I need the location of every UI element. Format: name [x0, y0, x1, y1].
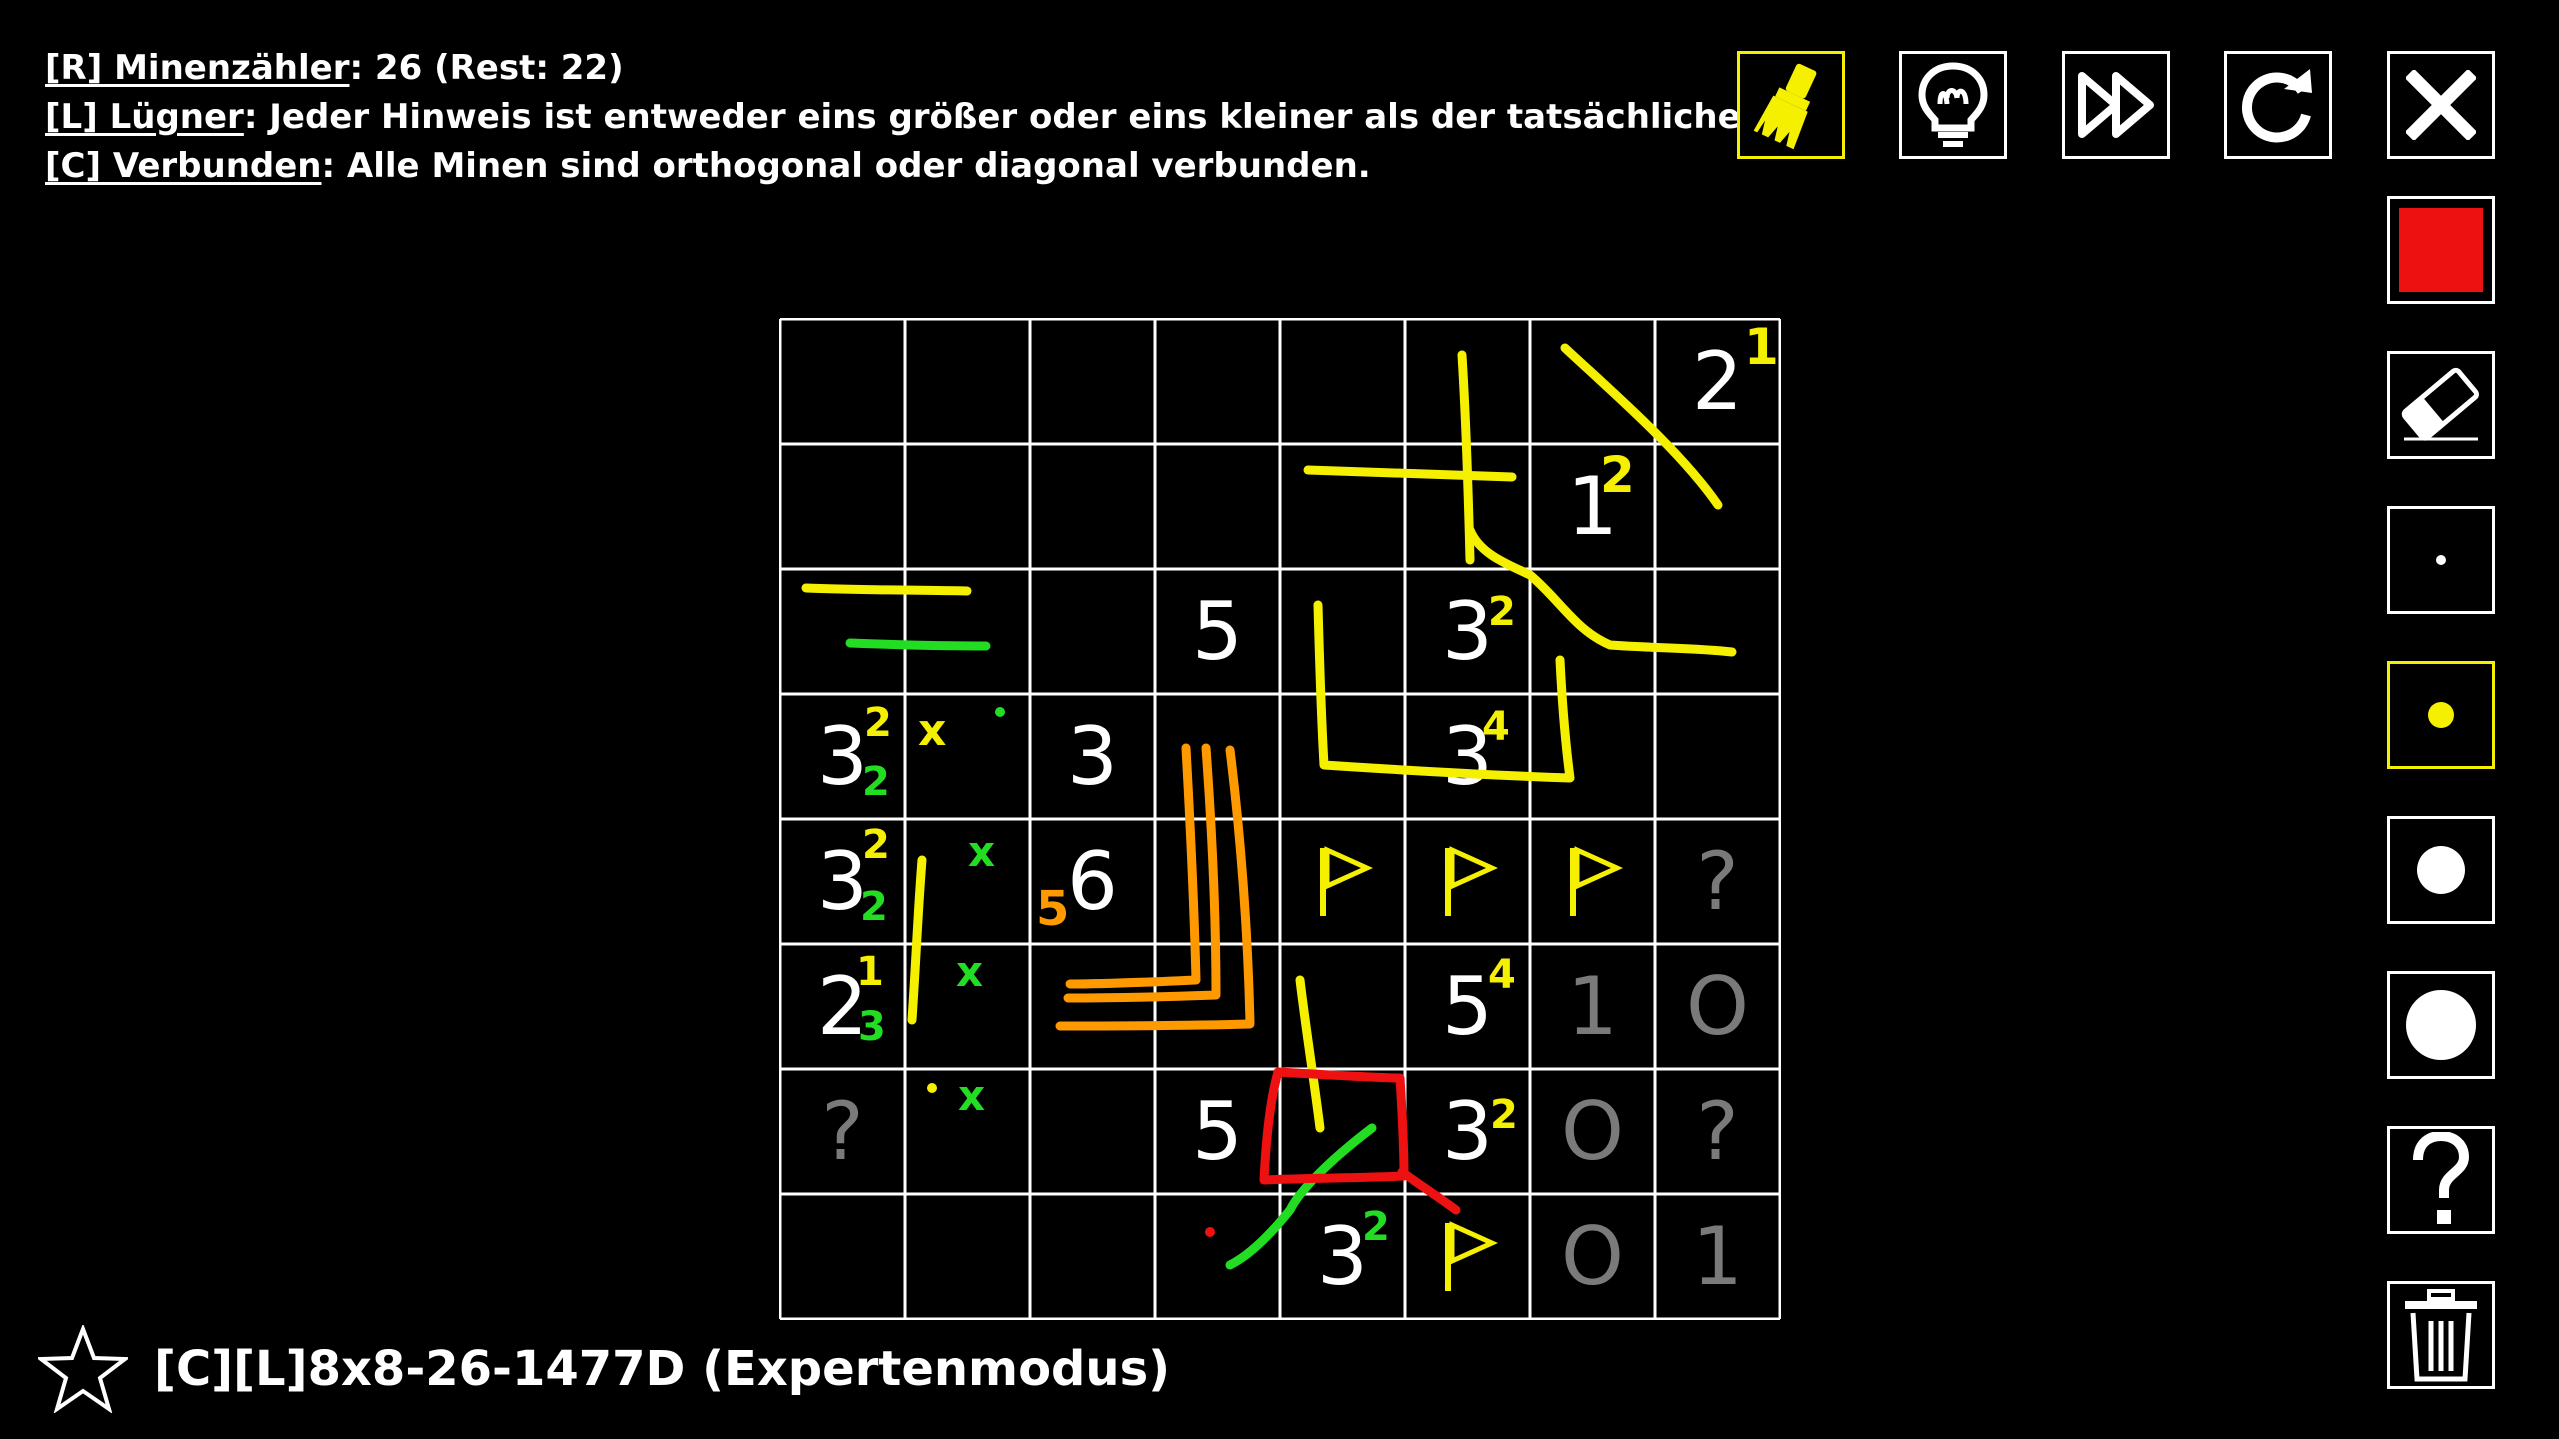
hint-cell[interactable]: O [1655, 944, 1780, 1069]
rule-liar: [L] Lügner: Jeder Hinweis ist entweder e… [45, 93, 1845, 142]
rule-key[interactable]: [L] Lügner [45, 97, 244, 137]
clue-cell[interactable]: 5 [1155, 1069, 1280, 1194]
pen-size-medium-icon [2417, 846, 2465, 894]
hint-cell[interactable]: 1 [1655, 1194, 1780, 1319]
rule-text: : 26 (Rest: 22) [349, 48, 624, 88]
hint-cell[interactable]: ? [780, 1069, 905, 1194]
hint-cell[interactable]: 1 [1530, 944, 1655, 1069]
pen-size-large-icon [2406, 990, 2476, 1060]
brush-button[interactable] [1737, 51, 1845, 159]
pen-size-small-button[interactable] [2387, 661, 2495, 769]
clue-cell[interactable]: 2 [1655, 319, 1780, 444]
eraser-button[interactable] [2387, 351, 2495, 459]
close-icon [2406, 70, 2476, 140]
clue-cell[interactable]: 5 [1405, 944, 1530, 1069]
question-mark-button[interactable] [2387, 1126, 2495, 1234]
hint-cell[interactable]: O [1530, 1194, 1655, 1319]
rule-key[interactable]: [C] Verbunden [45, 146, 322, 186]
redo-icon [2241, 69, 2312, 143]
puzzle-id: [C][L]8x8-26-1477D (Expertenmodus) [154, 1341, 1171, 1397]
pen-size-tiny-button[interactable] [2387, 506, 2495, 614]
pen-size-tiny-icon [2436, 555, 2446, 565]
hint-button[interactable] [1899, 51, 2007, 159]
pen-size-large-button[interactable] [2387, 971, 2495, 1079]
clue-cell[interactable]: 3 [1405, 569, 1530, 694]
clue-cell[interactable]: 3 [1405, 1069, 1530, 1194]
question-mark-icon [2413, 1132, 2470, 1224]
trash-icon [2405, 1289, 2477, 1382]
flag-cell[interactable] [1530, 819, 1655, 944]
clue-cell[interactable]: 3 [780, 819, 905, 944]
clue-cell[interactable]: 3 [1405, 694, 1530, 819]
rules-panel: [R] Minenzähler: 26 (Rest: 22) [L] Lügne… [45, 44, 1845, 191]
pen-size-small-icon [2428, 702, 2454, 728]
flag-icon [1569, 845, 1623, 916]
flag-icon [1444, 1220, 1498, 1291]
rule-mine-counter: [R] Minenzähler: 26 (Rest: 22) [45, 44, 1845, 93]
flag-cell[interactable] [1405, 1194, 1530, 1319]
star-icon[interactable] [38, 1325, 128, 1413]
rule-key[interactable]: [R] Minenzähler [45, 48, 349, 88]
rule-connected: [C] Verbunden: Alle Minen sind orthogona… [45, 142, 1845, 191]
trash-button[interactable] [2387, 1281, 2495, 1389]
lightbulb-icon [1918, 62, 1988, 147]
flag-icon [1319, 845, 1373, 916]
color-swatch-red[interactable] [2387, 196, 2495, 304]
game-board[interactable]: 2 1 5 3 3 3 3 3 6? 2 5 1 O? 5 3 O? 3 O 1 [779, 318, 1781, 1320]
clue-cell[interactable]: 5 [1155, 569, 1280, 694]
flag-cell[interactable] [1280, 819, 1405, 944]
eraser-icon [2401, 367, 2479, 441]
clue-cell[interactable]: 1 [1530, 444, 1655, 569]
pen-size-medium-button[interactable] [2387, 816, 2495, 924]
flag-icon [1444, 845, 1498, 916]
brush-icon [1753, 63, 1817, 150]
hint-cell[interactable]: ? [1655, 819, 1780, 944]
footer: [C][L]8x8-26-1477D (Expertenmodus) [38, 1325, 1170, 1413]
rule-text: : Alle Minen sind orthogonal oder diagon… [321, 146, 1371, 186]
clue-cell[interactable]: 3 [780, 694, 905, 819]
fast-forward-icon [2078, 72, 2154, 138]
hint-cell[interactable]: O [1530, 1069, 1655, 1194]
clue-cell[interactable]: 2 [780, 944, 905, 1069]
red-color-swatch-icon [2399, 208, 2483, 292]
close-button[interactable] [2387, 51, 2495, 159]
clue-cell[interactable]: 6 [1030, 819, 1155, 944]
clue-cell[interactable]: 3 [1280, 1194, 1405, 1319]
flag-cell[interactable] [1405, 819, 1530, 944]
rule-text: : Jeder Hinweis ist entweder eins größer… [243, 97, 1845, 137]
fast-forward-button[interactable] [2062, 51, 2170, 159]
redo-button[interactable] [2224, 51, 2332, 159]
hint-cell[interactable]: ? [1655, 1069, 1780, 1194]
clue-cell[interactable]: 3 [1030, 694, 1155, 819]
